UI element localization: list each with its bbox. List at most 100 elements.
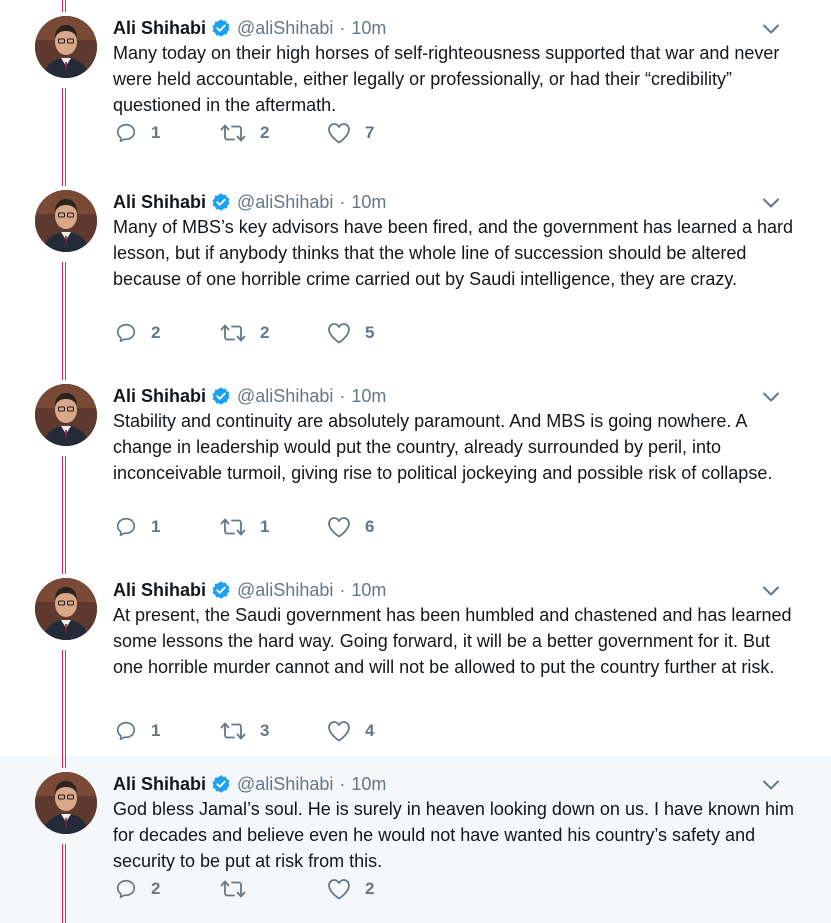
tweet-text: At present, the Saudi government has bee… — [113, 605, 792, 677]
avatar[interactable] — [35, 772, 97, 834]
retweet-button[interactable]: 2 — [220, 320, 269, 346]
reply-button[interactable]: 1 — [115, 514, 160, 540]
author-name[interactable]: Ali Shihabi — [113, 18, 206, 39]
retweet-button[interactable]: 1 — [220, 514, 269, 540]
author-handle[interactable]: @aliShihabi — [237, 192, 333, 213]
thread-connector — [62, 844, 66, 923]
retweet-icon — [220, 122, 246, 144]
like-button[interactable]: 4 — [327, 718, 374, 744]
chevron-down-icon[interactable] — [762, 22, 780, 34]
author-name[interactable]: Ali Shihabi — [113, 774, 206, 795]
tweet[interactable]: Ali Shihabi @aliShihabi · 10m At present… — [0, 562, 831, 756]
like-button[interactable]: 2 — [327, 876, 374, 902]
author-name[interactable]: Ali Shihabi — [113, 192, 206, 213]
retweet-count: 2 — [260, 323, 270, 342]
timestamp[interactable]: 10m — [351, 774, 386, 795]
tweet[interactable]: Ali Shihabi @aliShihabi · 10m Many today… — [0, 0, 831, 194]
author-name[interactable]: Ali Shihabi — [113, 386, 206, 407]
retweet-button[interactable]: 2 — [220, 120, 269, 146]
separator-dot: · — [339, 579, 346, 600]
chevron-down-icon[interactable] — [762, 390, 780, 402]
verified-badge-icon — [211, 192, 231, 212]
heart-icon — [327, 516, 351, 538]
author-handle[interactable]: @aliShihabi — [237, 386, 333, 407]
timestamp[interactable]: 10m — [351, 386, 386, 407]
reply-icon — [115, 122, 137, 144]
separator-dot: · — [339, 17, 346, 38]
verified-badge-icon — [211, 18, 231, 38]
like-count: 2 — [365, 879, 375, 898]
chevron-down-icon[interactable] — [762, 778, 780, 790]
reply-icon — [115, 720, 137, 742]
thread-connector — [62, 368, 66, 380]
retweet-button[interactable] — [220, 876, 260, 902]
reply-button[interactable]: 1 — [115, 718, 160, 744]
like-button[interactable]: 7 — [327, 120, 374, 146]
tweet-actions: 1 2 7 — [115, 120, 415, 146]
avatar[interactable] — [35, 578, 97, 640]
tweet-actions: 2 2 5 — [115, 320, 415, 346]
like-count: 6 — [365, 517, 375, 536]
tweet-text: Stability and continuity are absolutely … — [113, 411, 773, 483]
heart-icon — [327, 122, 351, 144]
author-name[interactable]: Ali Shihabi — [113, 580, 206, 601]
retweet-button[interactable]: 3 — [220, 718, 269, 744]
verified-badge-icon — [211, 386, 231, 406]
heart-icon — [327, 322, 351, 344]
tweet-actions: 1 3 4 — [115, 718, 415, 744]
heart-icon — [327, 878, 351, 900]
tweet-text: Many today on their high horses of self-… — [113, 43, 780, 115]
retweet-icon — [220, 720, 246, 742]
tweet[interactable]: Ali Shihabi @aliShihabi · 10m Stability … — [0, 368, 831, 562]
like-button[interactable]: 6 — [327, 514, 374, 540]
tweet-text: God bless Jamal’s soul. He is surely in … — [113, 799, 795, 871]
avatar[interactable] — [35, 384, 97, 446]
retweet-count: 1 — [260, 517, 270, 536]
author-handle[interactable]: @aliShihabi — [237, 580, 333, 601]
thread-connector — [62, 562, 66, 574]
retweet-count: 2 — [260, 123, 270, 142]
tweet[interactable]: Ali Shihabi @aliShihabi · 10m Many of MB… — [0, 174, 831, 368]
reply-icon — [115, 322, 137, 344]
timestamp[interactable]: 10m — [351, 18, 386, 39]
chevron-down-icon[interactable] — [762, 584, 780, 596]
reply-count: 1 — [151, 721, 161, 740]
tweet-header: Ali Shihabi @aliShihabi · 10m — [113, 578, 386, 602]
reply-button[interactable]: 2 — [115, 876, 160, 902]
author-handle[interactable]: @aliShihabi — [237, 18, 333, 39]
thread-connector — [62, 650, 66, 756]
retweet-icon — [220, 516, 246, 538]
tweet-text: Many of MBS’s key advisors have been fir… — [113, 217, 794, 289]
tweet[interactable]: Ali Shihabi @aliShihabi · 10m God bless … — [0, 756, 831, 923]
retweet-count: 3 — [260, 721, 270, 740]
verified-badge-icon — [211, 774, 231, 794]
reply-count: 1 — [151, 123, 161, 142]
reply-count: 1 — [151, 517, 161, 536]
reply-count: 2 — [151, 323, 161, 342]
tweet-header: Ali Shihabi @aliShihabi · 10m — [113, 772, 386, 796]
timestamp[interactable]: 10m — [351, 192, 386, 213]
separator-dot: · — [339, 773, 346, 794]
author-handle[interactable]: @aliShihabi — [237, 774, 333, 795]
tweet-header: Ali Shihabi @aliShihabi · 10m — [113, 190, 386, 214]
tweet-header: Ali Shihabi @aliShihabi · 10m — [113, 16, 386, 40]
reply-button[interactable]: 2 — [115, 320, 160, 346]
chevron-down-icon[interactable] — [762, 196, 780, 208]
like-count: 5 — [365, 323, 375, 342]
tweet-actions: 1 1 6 — [115, 514, 415, 540]
retweet-icon — [220, 322, 246, 344]
separator-dot: · — [339, 191, 346, 212]
thread-connector — [62, 0, 66, 12]
reply-button[interactable]: 1 — [115, 120, 160, 146]
avatar[interactable] — [35, 190, 97, 252]
timestamp[interactable]: 10m — [351, 580, 386, 601]
tweet-header: Ali Shihabi @aliShihabi · 10m — [113, 384, 386, 408]
reply-icon — [115, 516, 137, 538]
verified-badge-icon — [211, 580, 231, 600]
avatar[interactable] — [35, 16, 97, 78]
thread-connector — [62, 456, 66, 562]
thread-connector — [62, 756, 66, 768]
like-button[interactable]: 5 — [327, 320, 374, 346]
separator-dot: · — [339, 385, 346, 406]
thread-connector — [62, 174, 66, 186]
